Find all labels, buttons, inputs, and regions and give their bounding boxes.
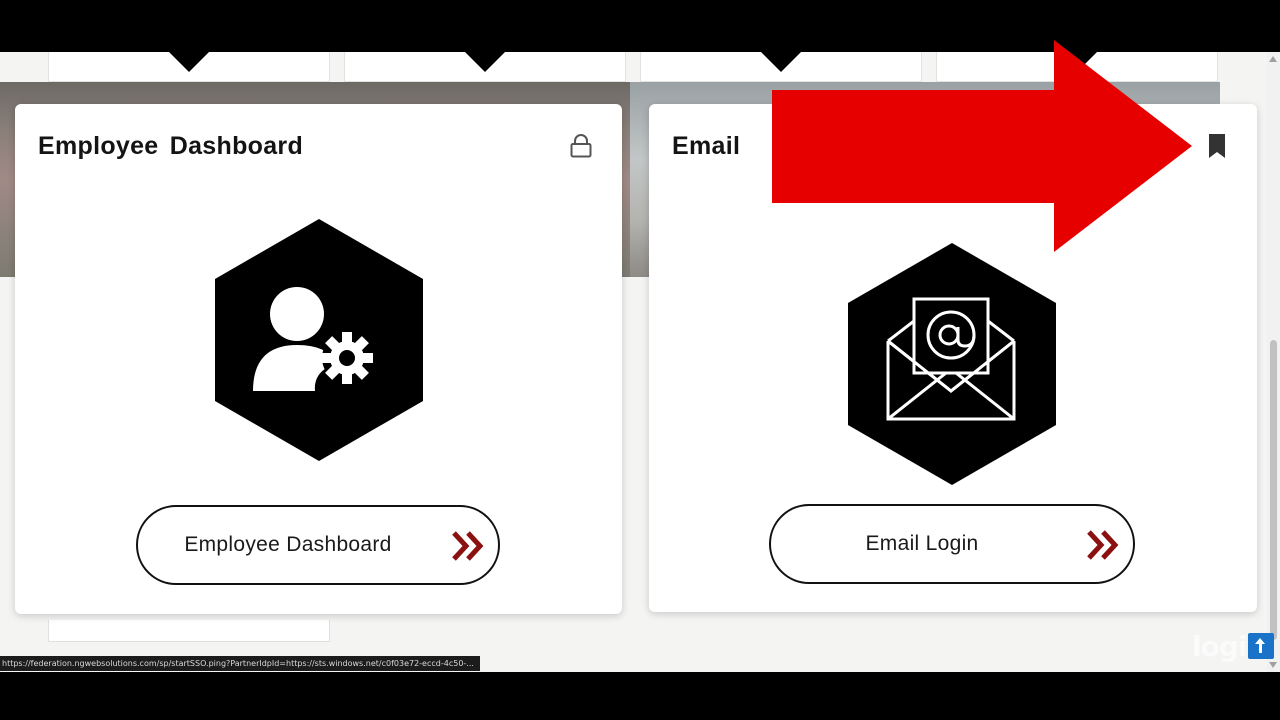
tile-notch [465,52,505,72]
email-at-icon [848,243,1056,485]
card-title: Email [672,132,741,160]
double-chevron-right-icon [1087,530,1119,560]
status-bar-url: https://federation.ngwebsolutions.com/sp… [0,656,480,671]
watermark-logo-icon [1248,633,1275,659]
scroll-thumb[interactable] [1270,340,1277,640]
lock-icon [570,134,592,158]
email-login-button[interactable]: Email Login [769,504,1135,584]
employee-dashboard-button[interactable]: Employee Dashboard [136,505,500,585]
double-chevron-right-icon [452,531,484,561]
card-title: Employee Dashboard [38,132,304,160]
background-tile [344,52,626,82]
bookmark-icon[interactable] [1207,133,1227,159]
scroll-up-arrow-icon[interactable] [1269,56,1277,62]
employee-dashboard-card: Employee Dashboard Employee Dashboard [15,104,622,614]
logi-watermark: logi [1192,629,1275,663]
button-label: Email Login [865,532,979,555]
tile-notch [169,52,209,72]
background-tile [48,620,330,642]
scroll-down-arrow-icon[interactable] [1269,662,1277,668]
button-label: Employee Dashboard [184,533,392,556]
watermark-text: logi [1192,629,1247,663]
background-tile [48,52,330,82]
red-annotation-arrow [772,40,1192,252]
vertical-scrollbar[interactable] [1267,52,1280,672]
employee-settings-icon [215,219,423,461]
